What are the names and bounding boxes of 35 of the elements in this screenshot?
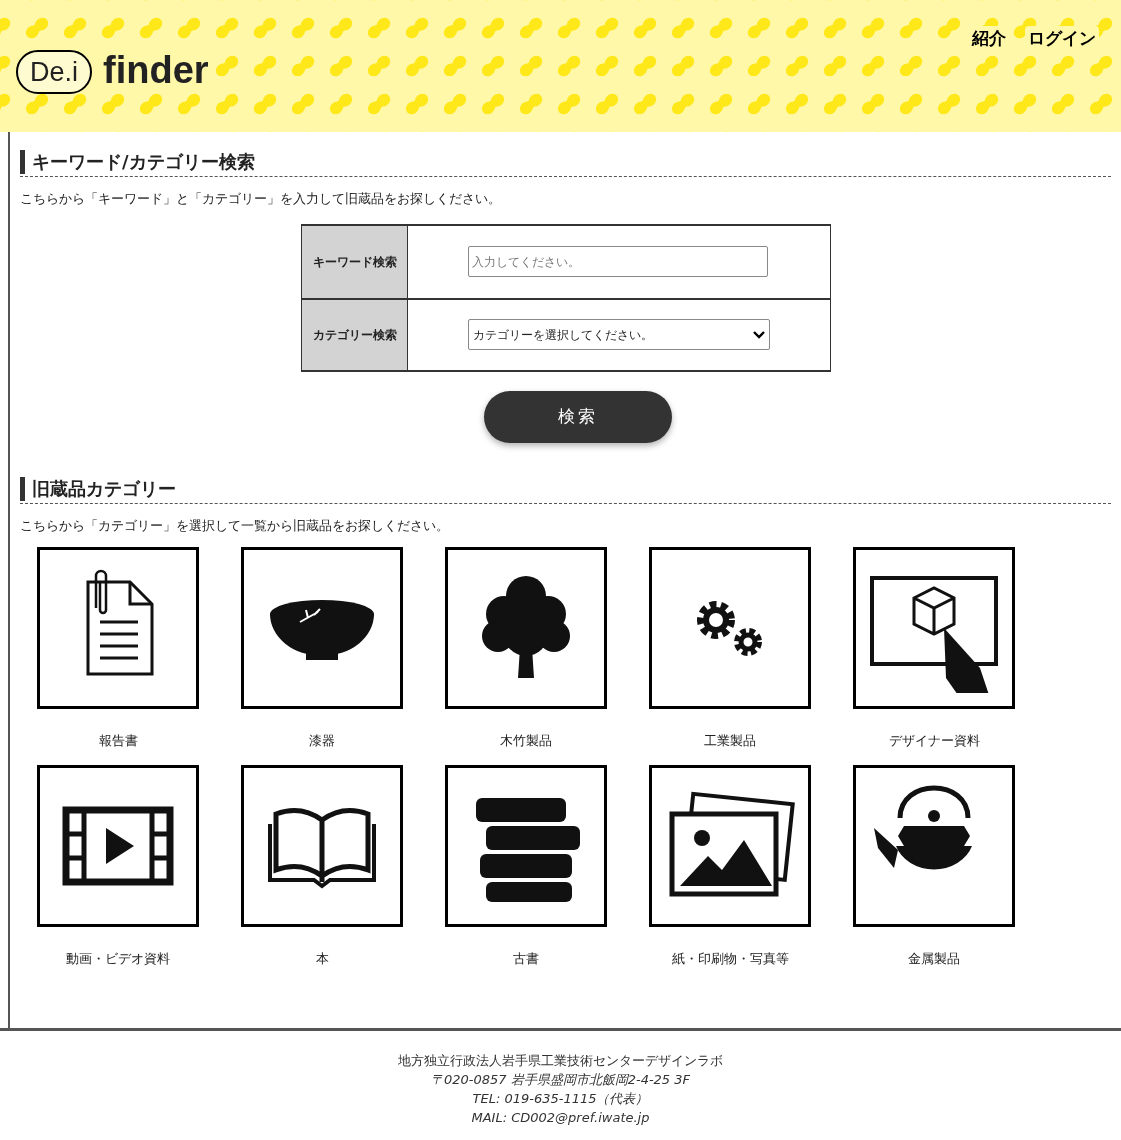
category-tile[interactable] [445,764,607,927]
category-tile[interactable] [37,547,199,709]
category-select[interactable]: カテゴリーを選択してください。 [468,319,770,350]
footer-text: 〒020-0857 岩手県盛岡市北飯岡2-4-25 3F [430,1071,691,1089]
section-description: こちらから「カテゴリー」を選択して一覧から旧蔵品をお探しください。 [20,516,450,535]
category-label[interactable]: 動画・ビデオ資料 [66,948,170,968]
category-tile[interactable] [37,764,199,927]
category-label[interactable]: デザイナー資料 [888,731,980,751]
section-description: こちらから「キーワード」と「カテゴリー」を入力して旧蔵品をお探しください。 [20,190,502,208]
category-tile[interactable] [649,764,811,927]
category-tile[interactable] [241,764,403,927]
category-tile[interactable] [853,547,1015,709]
category-label[interactable]: 漆器 [309,731,335,751]
footer-text: 地方独立行政法人岩手県工業技術センターデザインラボ [398,1052,723,1070]
category-tile[interactable] [445,547,607,709]
chevron-down-icon [753,330,765,339]
search-button[interactable]: 検索 [483,390,672,443]
keyword-input[interactable]: 入力してください。 [468,246,768,277]
section-heading: キーワード/カテゴリー検索 [20,150,255,174]
category-label[interactable]: 紙・印刷物・写真等 [671,948,789,968]
logo-mark: De.i [16,50,92,94]
category-tile[interactable] [853,764,1015,927]
category-label[interactable]: 工業製品 [704,731,756,751]
category-tile[interactable] [241,547,403,709]
category-label[interactable]: 古書 [513,948,539,968]
category-label[interactable]: 金属製品 [908,948,960,968]
field-label: キーワード検索 [312,253,397,271]
footer-text: TEL: 019-635-1115（代表） [472,1090,649,1108]
category-tile[interactable] [649,547,811,709]
category-label[interactable]: 木竹製品 [500,731,552,751]
section-heading: 旧蔵品カテゴリー [20,476,176,501]
field-label: カテゴリー検索 [312,326,397,344]
category-label[interactable]: 本 [315,948,329,968]
footer-text: MAIL: CD002@pref.iwate.jp [471,1109,650,1127]
category-label[interactable]: 報告書 [98,731,138,751]
